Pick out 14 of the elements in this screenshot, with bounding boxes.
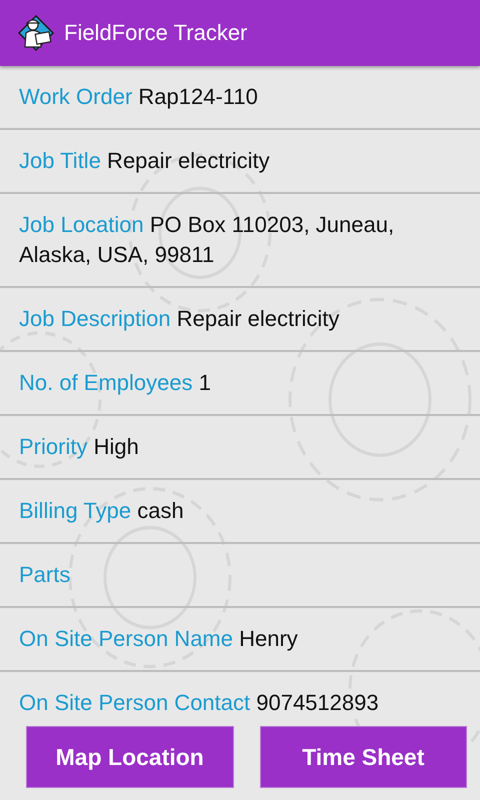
detail-text: Parts — [19, 562, 70, 587]
detail-text: Job Location PO Box 110203, Juneau, Alaska, USA, 99811 — [19, 212, 394, 267]
detail-text: Priority High — [19, 434, 139, 459]
app-title: FieldForce Tracker — [64, 20, 248, 46]
detail-text: Job Title Repair electricity — [19, 148, 270, 173]
action-button[interactable]: Time Sheet — [260, 726, 467, 788]
detail-text: Job Description Repair electricity — [19, 306, 340, 331]
detail-text: On Site Person Contact 9074512893 — [19, 690, 379, 715]
detail-text: On Site Person Name Henry — [19, 626, 298, 651]
detail-text: Work Order Rap124-110 — [19, 84, 258, 109]
action-button[interactable]: Map Location — [26, 726, 234, 788]
detail-text: Billing Type cash — [19, 498, 184, 523]
detail-text: No. of Employees 1 — [19, 370, 211, 395]
worker-icon — [16, 13, 56, 53]
